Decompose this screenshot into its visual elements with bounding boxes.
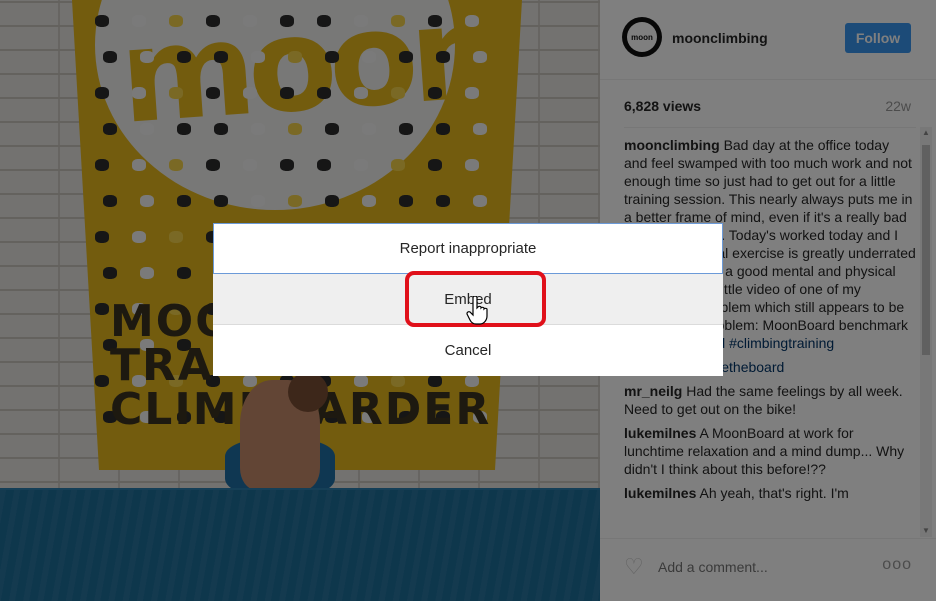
- report-inappropriate-button[interactable]: Report inappropriate: [213, 223, 723, 274]
- hand-pointer-cursor-icon: [466, 296, 488, 325]
- cancel-button[interactable]: Cancel: [213, 325, 723, 376]
